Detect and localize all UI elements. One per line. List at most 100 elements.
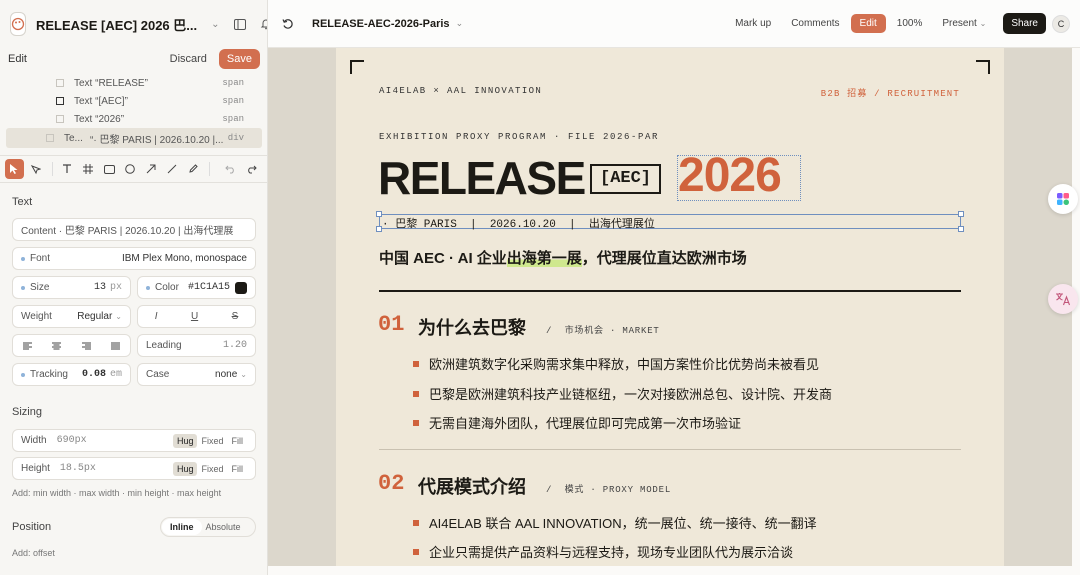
aec-badge[interactable]: [AEC] [590, 164, 662, 194]
rect-icon[interactable] [100, 159, 119, 179]
tracking-field[interactable]: Tracking 0.08 em [12, 363, 131, 386]
fixed-option[interactable]: Fixed [197, 462, 227, 476]
app-window: RELEASE [AEC] 2026 巴... ⌄ Edit Discard S… [0, 0, 1080, 575]
absolute-option[interactable]: Absolute [202, 519, 245, 535]
bullet-item[interactable]: 无需自建海外团队，代理展位即可完成第一次市场验证 [413, 413, 741, 432]
align-right-icon[interactable] [81, 342, 91, 350]
tool-bar [0, 155, 267, 183]
section-title[interactable]: 代展模式介绍 [418, 473, 526, 499]
app-switch-icon[interactable] [1048, 184, 1078, 214]
layer-item-selected[interactable]: Te... “· 巴黎 PARIS | 2026.10.20 |... div [6, 128, 262, 148]
project-title[interactable]: RELEASE [AEC] 2026 巴... [36, 15, 197, 34]
chevron-down-icon[interactable]: ⌄ [211, 19, 219, 30]
bullet-marker [413, 519, 419, 526]
sidebar-icon[interactable] [233, 17, 246, 31]
meta-line-selected[interactable]: · 巴黎 PARIS | 2026.10.20 | 出海代理展位 [382, 215, 655, 231]
fixed-option[interactable]: Fixed [197, 434, 227, 448]
layer-checkbox[interactable] [56, 115, 64, 123]
content-field[interactable]: Content · 巴黎 PARIS | 2026.10.20 | 出海代理展 [12, 218, 256, 241]
resize-handle[interactable] [958, 226, 964, 232]
subheadline[interactable]: 中国 AEC · AI 企业出海第一展，代理展位直达欧洲市场 [379, 247, 747, 268]
underline-button[interactable]: U [191, 311, 198, 322]
bullet-marker [413, 419, 419, 426]
share-button[interactable]: Share [1003, 13, 1046, 34]
section-title[interactable]: 为什么去巴黎 [418, 314, 526, 340]
avatar[interactable]: C [1052, 14, 1070, 33]
kicker-text: EXHIBITION PROXY PROGRAM · FILE 2026-PAR [379, 132, 660, 142]
width-field[interactable]: Width 690px Hug Fixed Fill [12, 429, 256, 452]
zoom-button[interactable]: 100% [888, 14, 932, 33]
divider [379, 449, 961, 450]
redo-icon[interactable] [242, 159, 261, 179]
align-left-icon[interactable] [23, 342, 33, 350]
case-select[interactable]: Case none ⌄ [137, 363, 256, 386]
fill-option[interactable]: Fill [228, 462, 248, 476]
italic-button[interactable]: I [155, 311, 158, 322]
layer-tag: span [222, 78, 244, 88]
window-edge [268, 566, 1072, 575]
palette-icon[interactable] [10, 12, 26, 36]
layer-checkbox[interactable] [56, 97, 64, 105]
translate-icon[interactable] [1048, 284, 1078, 314]
resize-handle[interactable] [958, 211, 964, 217]
year-headline[interactable]: 2026 [678, 146, 782, 206]
pointer-icon[interactable] [5, 159, 24, 179]
layer-type: Text “[AEC]” [74, 95, 128, 107]
width-mode-segment: Hug Fixed Fill [172, 433, 248, 448]
comments-button[interactable]: Comments [782, 14, 848, 33]
layer-type: Text “2026” [74, 113, 125, 125]
font-field[interactable]: Font IBM Plex Mono, monospace [12, 247, 256, 270]
hug-option[interactable]: Hug [172, 461, 198, 476]
edit-bar: Edit Discard Save [0, 48, 267, 70]
layer-checkbox[interactable] [56, 79, 64, 87]
text-icon[interactable] [58, 159, 77, 179]
align-center-icon[interactable] [52, 342, 62, 350]
sizing-hint[interactable]: Add: min width · max width · min height … [12, 488, 221, 498]
recruitment-tag: B2B 招募 / RECRUITMENT [820, 89, 960, 99]
undo-icon[interactable] [221, 159, 240, 179]
arrow-icon[interactable] [141, 159, 160, 179]
circle-icon[interactable] [121, 159, 140, 179]
align-justify-icon[interactable] [110, 342, 120, 350]
bullet-item[interactable]: 企业只需提供产品资料与远程支持，现场专业团队代为展示洽谈 [413, 542, 793, 561]
chevron-down-icon[interactable]: ⌄ [456, 18, 464, 29]
divider [51, 162, 53, 176]
bullet-item[interactable]: AI4ELAB 联合 AAL INNOVATION，统一展位、统一接待、统一翻译 [413, 513, 817, 532]
markup-button[interactable]: Mark up [726, 14, 780, 33]
refresh-icon[interactable] [278, 14, 298, 34]
inline-option[interactable]: Inline [162, 519, 202, 535]
crop-mark [976, 60, 990, 74]
layer-text: “· 巴黎 PARIS | 2026.10.20 |... [90, 134, 224, 146]
release-headline[interactable]: RELEASE [378, 148, 586, 208]
canvas: AI4ELAB × AAL INNOVATION B2B 招募 / RECRUI… [268, 48, 1072, 566]
file-name[interactable]: RELEASE-AEC-2026-Paris [312, 18, 450, 30]
color-swatch[interactable] [235, 281, 247, 294]
save-button[interactable]: Save [218, 49, 260, 69]
layer-checkbox[interactable] [46, 134, 54, 142]
layer-type: Te... [64, 132, 83, 144]
height-field[interactable]: Height 18.5px Hug Fixed Fill [12, 457, 256, 480]
size-field[interactable]: Size 13 px [12, 276, 131, 299]
grid-icon[interactable] [79, 159, 98, 179]
discard-button[interactable]: Discard [158, 53, 219, 65]
bullet-item[interactable]: 欧洲建筑数字化采购需求集中释放，中国方案性价比优势尚未被看见 [413, 354, 819, 373]
leading-field[interactable]: Leading 1.20 [137, 334, 256, 357]
bell-icon[interactable] [260, 17, 267, 31]
section-tag: / 市场机会 · MARKET [546, 326, 660, 336]
weight-select[interactable]: Weight Regular ⌄ [12, 305, 131, 328]
bullet-item[interactable]: 巴黎是欧洲建筑科技产业链枢纽，一次对接欧洲总包、设计院、开发商 [413, 384, 832, 403]
edit-button[interactable]: Edit [850, 14, 886, 33]
position-hint[interactable]: Add: offset [12, 548, 55, 558]
pen-icon[interactable] [26, 159, 45, 179]
layer-item[interactable]: Text “RELEASE” span [0, 74, 267, 92]
pencil-icon[interactable] [183, 159, 202, 179]
layer-item[interactable]: Text “[AEC]” span [0, 92, 267, 110]
strikethrough-button[interactable]: S [232, 311, 239, 322]
layer-item[interactable]: Text “2026” span [0, 110, 267, 128]
fill-option[interactable]: Fill [228, 434, 248, 448]
color-field[interactable]: Color #1C1A15 [137, 276, 256, 299]
hug-option[interactable]: Hug [172, 433, 198, 448]
line-icon[interactable] [162, 159, 181, 179]
brand-partners: AI4ELAB × AAL INNOVATION [379, 86, 543, 96]
present-button[interactable]: Present ⌄ [933, 14, 995, 33]
